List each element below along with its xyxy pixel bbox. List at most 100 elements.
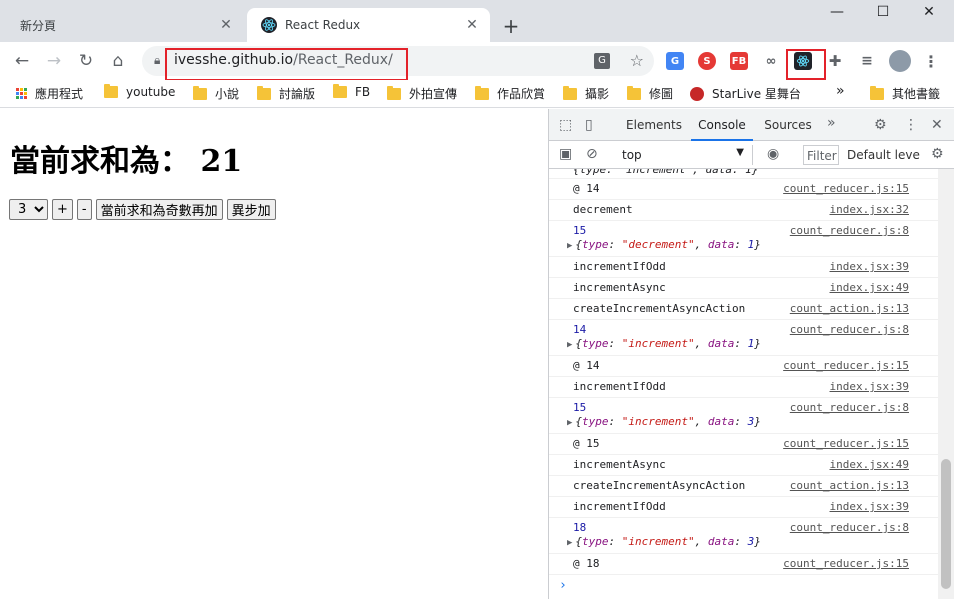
log-row: incrementIfOdd index.jsx:39 <box>549 257 939 278</box>
bookmark-folder[interactable]: 討論版 <box>257 85 315 102</box>
bookmark-folder[interactable]: 小說 <box>193 85 239 102</box>
avatar[interactable] <box>889 50 911 72</box>
log-row: 14 ▶ {type: "increment", data: 1} count_red… <box>549 320 939 356</box>
source-link[interactable]: count_action.js:13 <box>790 302 909 316</box>
live-expression-eye-icon[interactable]: ◉ <box>767 146 779 162</box>
inspect-element-icon[interactable]: ⬚ <box>559 117 572 133</box>
increment-async-button[interactable]: 異步加 <box>226 199 276 220</box>
folder-icon <box>257 85 271 100</box>
bookmark-folder[interactable]: 外拍宣傳 <box>387 85 457 102</box>
log-row: 18 ▶ {type: "increment", data: 3} count_red… <box>549 518 939 554</box>
log-levels-dropdown[interactable]: Default leve <box>847 148 920 162</box>
bookmark-folder[interactable]: 攝影 <box>563 85 609 102</box>
source-link[interactable]: count_reducer.js:8 <box>790 401 909 415</box>
google-translate-ext-icon[interactable]: G <box>666 52 684 70</box>
devtools-panel: ⬚ ▯ Elements Console Sources » ⚙ ⋮ ✕ ▣ ⊘… <box>548 109 954 599</box>
forward-arrow-icon[interactable]: → <box>40 48 68 74</box>
expand-triangle-icon[interactable]: ▶ <box>567 241 572 251</box>
lock-icon: 🔒︎ <box>154 53 161 67</box>
increment-if-odd-button[interactable]: 當前求和為奇數再加 <box>95 199 223 220</box>
apps-grid-icon <box>16 88 27 99</box>
source-link[interactable]: count_reducer.js:15 <box>783 359 909 373</box>
link-ext-icon[interactable]: ∞ <box>762 52 780 70</box>
tab-new-tab[interactable]: 新分頁 ✕ <box>0 8 244 42</box>
source-link[interactable]: count_reducer.js:15 <box>783 182 909 196</box>
scrollbar-thumb[interactable] <box>941 459 951 589</box>
tab-title: 新分頁 <box>20 18 57 33</box>
logged-object[interactable]: ▶ {type: "increment", data: 3} <box>567 415 939 430</box>
page-viewport: 當前求和為： 21 3 + - 當前求和為奇數再加 異步加 <box>0 109 548 599</box>
logged-object[interactable]: ▶ {type: "increment", data: 3} <box>567 535 939 550</box>
extensions-puzzle-icon[interactable]: ✚ <box>826 52 844 70</box>
source-link[interactable]: index.jsx:32 <box>830 203 909 217</box>
sidebar-toggle-icon[interactable]: ▣ <box>559 146 572 162</box>
tab-sources[interactable]: Sources <box>757 109 819 141</box>
console-messages[interactable]: {type: "increment", data: 1} @ 14 count_re… <box>549 169 939 599</box>
source-link[interactable]: index.jsx:49 <box>830 458 909 472</box>
tab-console[interactable]: Console <box>691 109 753 141</box>
source-link[interactable]: count_action.js:13 <box>790 479 909 493</box>
close-devtools-icon[interactable]: ✕ <box>931 117 943 133</box>
console-settings-gear-icon[interactable]: ⚙ <box>931 146 944 162</box>
minimize-button[interactable]: — <box>814 4 860 28</box>
decrement-button[interactable]: - <box>76 199 92 220</box>
folder-icon <box>193 85 207 100</box>
log-row: createIncrementAsyncAction count_action.j… <box>549 476 939 497</box>
log-row: incrementIfOdd index.jsx:39 <box>549 377 939 398</box>
console-filter-input[interactable]: Filter <box>803 145 839 165</box>
new-tab-plus-icon[interactable]: + <box>500 14 522 38</box>
device-toolbar-icon[interactable]: ▯ <box>585 117 593 133</box>
menu-kebab-icon[interactable]: ⋮ <box>922 52 940 71</box>
expand-triangle-icon[interactable]: ▶ <box>567 538 572 548</box>
settings-gear-icon[interactable]: ⚙ <box>874 117 887 133</box>
source-link[interactable]: index.jsx:49 <box>830 281 909 295</box>
console-prompt-row[interactable]: › <box>549 575 939 593</box>
increment-amount-select[interactable]: 3 <box>9 199 48 220</box>
bookmark-folder[interactable]: 修圖 <box>627 85 673 102</box>
back-arrow-icon[interactable]: ← <box>8 48 36 74</box>
source-link[interactable]: count_reducer.js:15 <box>783 557 909 571</box>
increment-button[interactable]: + <box>52 199 73 220</box>
reload-icon[interactable]: ↻ <box>72 48 100 74</box>
folder-icon <box>104 84 118 98</box>
bookmark-folder[interactable]: 作品欣賞 <box>475 85 545 102</box>
context-selector[interactable]: top ▼ <box>617 145 753 165</box>
bookmark-folder[interactable]: FB <box>333 84 370 99</box>
source-link[interactable]: count_reducer.js:15 <box>783 437 909 451</box>
console-scrollbar[interactable] <box>938 169 954 599</box>
fb-ext-icon[interactable]: FB <box>730 52 748 70</box>
close-tab-icon[interactable]: ✕ <box>464 17 480 33</box>
s-ext-icon[interactable]: S <box>698 52 716 70</box>
source-link[interactable]: index.jsx:39 <box>830 260 909 274</box>
tab-elements[interactable]: Elements <box>621 109 687 141</box>
source-link[interactable]: count_reducer.js:8 <box>790 521 909 535</box>
expand-triangle-icon[interactable]: ▶ <box>567 340 572 350</box>
source-link[interactable]: index.jsx:39 <box>830 500 909 514</box>
source-link[interactable]: count_reducer.js:8 <box>790 224 909 238</box>
folder-icon <box>333 84 347 98</box>
bookmark-star-icon[interactable]: ☆ <box>630 51 644 70</box>
home-icon[interactable]: ⌂ <box>104 48 132 74</box>
bookmark-starlive[interactable]: StarLive 星舞台 <box>690 85 801 102</box>
logged-object[interactable]: ▶ {type: "decrement", data: 1} <box>567 238 939 253</box>
bookmark-folder[interactable]: youtube <box>104 84 175 99</box>
log-row: createIncrementAsyncAction count_action.j… <box>549 299 939 320</box>
clear-console-icon[interactable]: ⊘ <box>586 146 598 162</box>
console-filter-bar: ▣ ⊘ top ▼ ◉ Filter Default leve ⚙ <box>549 141 954 169</box>
more-bookmarks-icon[interactable]: » <box>836 83 845 99</box>
source-link[interactable]: count_reducer.js:8 <box>790 323 909 337</box>
logged-object[interactable]: ▶ {type: "increment", data: 1} <box>567 337 939 352</box>
translate-icon[interactable]: G <box>594 53 610 69</box>
close-window-button[interactable]: ✕ <box>906 4 952 28</box>
expand-triangle-icon[interactable]: ▶ <box>567 418 572 428</box>
devtools-menu-icon[interactable]: ⋮ <box>904 117 918 133</box>
maximize-button[interactable]: ☐ <box>860 4 906 28</box>
media-queue-icon[interactable]: ≡ <box>858 52 876 70</box>
close-tab-icon[interactable]: ✕ <box>218 17 234 33</box>
other-bookmarks-folder[interactable]: 其他書籤 <box>870 85 940 102</box>
apps-shortcut[interactable]: 應用程式 <box>16 85 83 102</box>
more-tabs-icon[interactable]: » <box>827 115 836 131</box>
log-row: incrementAsync index.jsx:49 <box>549 455 939 476</box>
source-link[interactable]: index.jsx:39 <box>830 380 909 394</box>
tab-react-redux[interactable]: React Redux ✕ <box>247 8 490 42</box>
